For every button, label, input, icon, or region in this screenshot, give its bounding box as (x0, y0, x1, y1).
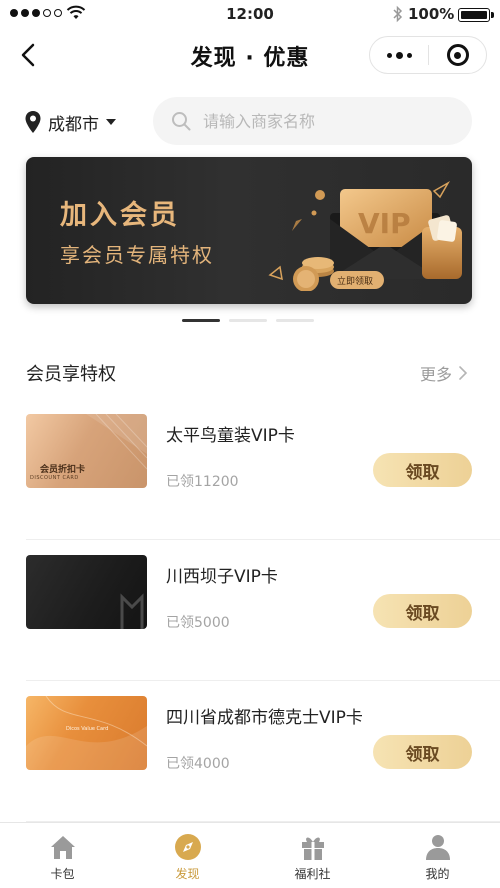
battery-percentage: 100% (408, 5, 455, 23)
claimed-count: 已领5000 (166, 615, 230, 631)
banner-pagination (182, 319, 314, 322)
card-name: 太平鸟童装VIP卡 (166, 426, 295, 446)
chevron-right-icon (459, 366, 468, 380)
more-options-button[interactable] (370, 37, 428, 73)
tab-profile[interactable]: 我的 (375, 823, 500, 888)
tab-label: 卡包 (50, 867, 75, 881)
claimed-count: 已领11200 (166, 474, 239, 490)
list-item[interactable]: Dicos Value Card 四川省成都市德克士VIP卡 已领4000 领取 (0, 682, 500, 822)
more-link[interactable]: 更多 (420, 361, 468, 385)
pagination-dot[interactable] (276, 319, 314, 322)
compass-icon (174, 834, 201, 860)
divider (26, 680, 500, 681)
bluetooth-icon (393, 5, 403, 23)
banner-claim-text: 立即领取 (337, 275, 373, 287)
nav-bar: 发现 · 优惠 (0, 28, 500, 82)
vip-envelope-illustration: VIP 立即领取 (268, 180, 462, 291)
more-label: 更多 (420, 365, 453, 384)
card-name: 川西坝子VIP卡 (166, 567, 278, 587)
banner-subtitle: 享会员专属特权 (60, 243, 214, 267)
search-bar[interactable] (153, 97, 472, 145)
claimed-count: 已领4000 (166, 756, 230, 772)
gift-icon (301, 837, 324, 860)
tab-label: 福利社 (294, 867, 331, 881)
search-icon (172, 112, 191, 131)
promo-banner[interactable]: 加入会员 享会员专属特权 VIP 立即领取 (26, 157, 472, 304)
vip-card-image: 会员折扣卡 DISCOUNT CARD (26, 414, 147, 488)
card-label-en: DISCOUNT CARD (30, 475, 79, 481)
tab-wallet[interactable]: 卡包 (0, 823, 125, 888)
mini-program-capsule (369, 36, 487, 74)
pagination-dot[interactable] (182, 319, 220, 322)
tab-welfare[interactable]: 福利社 (250, 823, 375, 888)
dropdown-caret-icon (106, 119, 116, 125)
vip-card-image: Dicos Value Card (26, 696, 147, 770)
claim-button[interactable]: 领取 (373, 453, 472, 487)
city-label: 成都市 (48, 114, 99, 135)
section-title: 会员享特权 (26, 364, 116, 385)
pagination-dot[interactable] (229, 319, 267, 322)
battery-icon (458, 8, 494, 22)
banner-title: 加入会员 (60, 200, 180, 231)
tab-bar: 卡包 发现 福利社 我的 (0, 822, 500, 888)
tab-label: 发现 (175, 867, 200, 881)
tab-discover[interactable]: 发现 (125, 823, 250, 888)
vip-card-image (26, 555, 147, 629)
divider (26, 539, 500, 540)
list-item[interactable]: 川西坝子VIP卡 已领5000 领取 (0, 541, 500, 681)
claim-button[interactable]: 领取 (373, 735, 472, 769)
home-icon (50, 836, 75, 859)
status-bar: 12:00 100% (0, 0, 500, 28)
card-label-en: Dicos Value Card (66, 726, 109, 732)
target-icon (446, 44, 469, 66)
card-name: 四川省成都市德克士VIP卡 (166, 708, 363, 728)
person-icon (425, 835, 450, 860)
close-mini-program-button[interactable] (429, 37, 486, 73)
claim-button[interactable]: 领取 (373, 594, 472, 628)
location-pin-icon (25, 111, 41, 133)
tab-label: 我的 (425, 867, 450, 881)
card-label: 会员折扣卡 (40, 465, 86, 475)
city-selector[interactable]: 成都市 (24, 108, 116, 136)
banner-vip-text: VIP (358, 207, 411, 240)
search-input[interactable] (203, 111, 453, 131)
list-item[interactable]: 会员折扣卡 DISCOUNT CARD 太平鸟童装VIP卡 已领11200 领取 (0, 400, 500, 540)
